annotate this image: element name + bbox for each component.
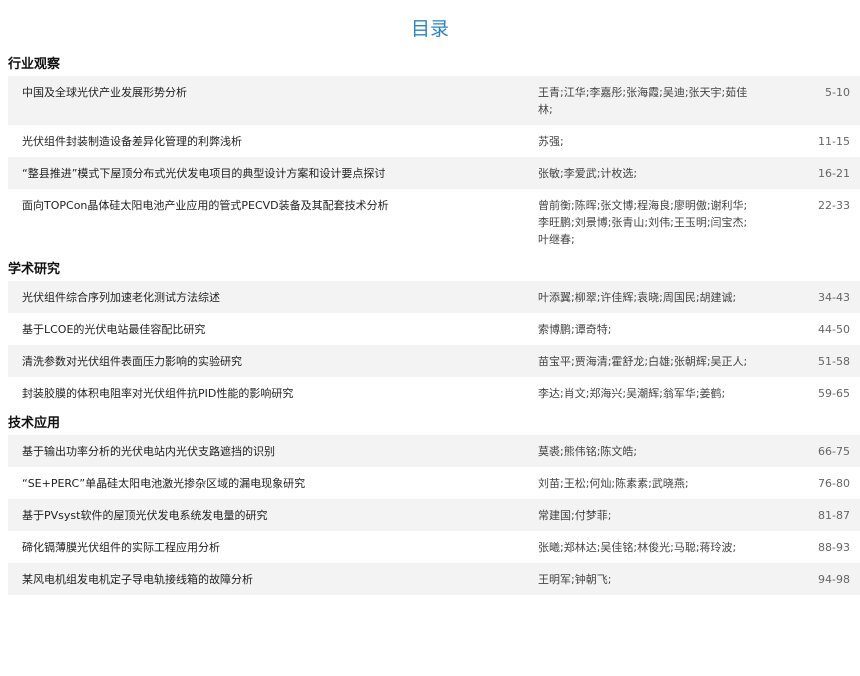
- article-title-link[interactable]: 基于LCOE的光伏电站最佳容配比研究: [8, 313, 538, 345]
- article-authors: 莫裘;熊伟铭;陈文皓;: [538, 435, 754, 467]
- article-authors: 苏强;: [538, 135, 564, 148]
- article-title-link[interactable]: 中国及全球光伏产业发展形势分析: [8, 76, 538, 125]
- article-row[interactable]: 某风电机组发电机定子导电轨接线箱的故障分析 王明军;钟朝飞; 94-98: [8, 563, 860, 595]
- article-row[interactable]: 光伏组件封装制造设备差异化管理的利弊浅析 苏强; 11-15: [8, 125, 860, 157]
- article-pages: 11-15: [818, 135, 850, 148]
- table-of-contents: 行业观察中国及全球光伏产业发展形势分析 王青;江华;李嘉彤;张海霞;吴迪;张天宇;…: [0, 54, 860, 595]
- article-title-link[interactable]: 基于输出功率分析的光伏电站内光伏支路遮挡的识别: [8, 435, 538, 467]
- article-pages: 34-43: [754, 281, 860, 313]
- article-title-link[interactable]: 光伏组件封装制造设备差异化管理的利弊浅析: [8, 125, 538, 157]
- article-authors: 叶添翼;柳翠;许佳辉;袁晓;周国民;胡建诚;: [538, 281, 754, 313]
- article-row[interactable]: 碲化镉薄膜光伏组件的实际工程应用分析 张曦;郑林达;吴佳铭;林俊光;马聪;蒋玲波;…: [8, 531, 860, 563]
- article-pages: 51-58: [754, 345, 860, 377]
- section-heading: 学术研究: [8, 262, 61, 277]
- article-title-link[interactable]: 碲化镉薄膜光伏组件的实际工程应用分析: [8, 531, 538, 563]
- article-title-link[interactable]: 面向TOPCon晶体硅太阳电池产业应用的管式PECVD装备及其配套技术分析: [8, 189, 538, 255]
- article-row[interactable]: 封装胶膜的体积电阻率对光伏组件抗PID性能的影响研究 李达;肖文;郑海兴;吴潮辉;…: [8, 377, 860, 409]
- article-authors: 刘苗;王松;何灿;陈素素;武晓燕;: [538, 477, 689, 490]
- article-pages: 66-75: [754, 435, 860, 467]
- section-article-table: 光伏组件综合序列加速老化测试方法综述 叶添翼;柳翠;许佳辉;袁晓;周国民;胡建诚;…: [8, 281, 860, 409]
- article-authors: 李达;肖文;郑海兴;吴潮辉;翁军华;姜鹤;: [538, 387, 726, 400]
- article-row[interactable]: 光伏组件综合序列加速老化测试方法综述 叶添翼;柳翠;许佳辉;袁晓;周国民;胡建诚;…: [8, 281, 860, 313]
- article-pages: 22-33: [818, 199, 850, 212]
- page-title: 目录: [410, 18, 449, 40]
- article-title-link[interactable]: 光伏组件综合序列加速老化测试方法综述: [8, 281, 538, 313]
- article-pages: 16-21: [754, 157, 860, 189]
- article-authors: 张曦;郑林达;吴佳铭;林俊光;马聪;蒋玲波;: [538, 541, 737, 554]
- section-article-table: 基于输出功率分析的光伏电站内光伏支路遮挡的识别 莫裘;熊伟铭;陈文皓; 66-75 “…: [8, 435, 860, 595]
- article-row[interactable]: 基于LCOE的光伏电站最佳容配比研究 索博鹏;谭奇特; 44-50: [8, 313, 860, 345]
- article-authors: 索博鹏;谭奇特;: [538, 323, 612, 336]
- section-heading: 行业观察: [8, 57, 61, 72]
- article-pages: 59-65: [818, 387, 850, 400]
- section-article-table: 中国及全球光伏产业发展形势分析 王青;江华;李嘉彤;张海霞;吴迪;张天宇;茹佳林;…: [8, 76, 860, 255]
- article-row[interactable]: 基于输出功率分析的光伏电站内光伏支路遮挡的识别 莫裘;熊伟铭;陈文皓; 66-75: [8, 435, 860, 467]
- article-authors: 常建国;付梦菲;: [538, 499, 754, 531]
- article-row[interactable]: 面向TOPCon晶体硅太阳电池产业应用的管式PECVD装备及其配套技术分析 曾前衡…: [8, 189, 860, 255]
- article-authors: 苗宝平;贾海清;霍舒龙;白雄;张朝辉;吴正人;: [538, 345, 754, 377]
- article-pages: 81-87: [754, 499, 860, 531]
- section-heading: 技术应用: [8, 416, 61, 431]
- article-title-link[interactable]: 基于PVsyst软件的屋顶光伏发电系统发电量的研究: [8, 499, 538, 531]
- article-authors: 王明军;钟朝飞;: [538, 563, 754, 595]
- article-row[interactable]: 中国及全球光伏产业发展形势分析 王青;江华;李嘉彤;张海霞;吴迪;张天宇;茹佳林;…: [8, 76, 860, 125]
- article-authors: 王青;江华;李嘉彤;张海霞;吴迪;张天宇;茹佳林;: [538, 76, 754, 125]
- article-title-link[interactable]: 清洗参数对光伏组件表面压力影响的实验研究: [8, 345, 538, 377]
- article-pages: 5-10: [754, 76, 860, 125]
- article-title-link[interactable]: “SE+PERC”单晶硅太阳电池激光掺杂区域的漏电现象研究: [8, 467, 538, 499]
- article-title-link[interactable]: “整县推进”模式下屋顶分布式光伏发电项目的典型设计方案和设计要点探讨: [8, 157, 538, 189]
- article-row[interactable]: 清洗参数对光伏组件表面压力影响的实验研究 苗宝平;贾海清;霍舒龙;白雄;张朝辉;吴…: [8, 345, 860, 377]
- article-authors: 张敏;李爱武;计枚选;: [538, 157, 754, 189]
- article-pages: 94-98: [754, 563, 860, 595]
- article-title-link[interactable]: 某风电机组发电机定子导电轨接线箱的故障分析: [8, 563, 538, 595]
- article-pages: 76-80: [818, 477, 850, 490]
- article-row[interactable]: “SE+PERC”单晶硅太阳电池激光掺杂区域的漏电现象研究 刘苗;王松;何灿;陈素…: [8, 467, 860, 499]
- article-row[interactable]: 基于PVsyst软件的屋顶光伏发电系统发电量的研究 常建国;付梦菲; 81-87: [8, 499, 860, 531]
- article-pages: 44-50: [818, 323, 850, 336]
- article-row[interactable]: “整县推进”模式下屋顶分布式光伏发电项目的典型设计方案和设计要点探讨 张敏;李爱武…: [8, 157, 860, 189]
- article-title-link[interactable]: 封装胶膜的体积电阻率对光伏组件抗PID性能的影响研究: [8, 377, 538, 409]
- article-authors: 曾前衡;陈晖;张文博;程海良;廖明傲;谢利华;李旺鹏;刘景博;张青山;刘伟;王玉…: [538, 199, 748, 246]
- article-pages: 88-93: [818, 541, 850, 554]
